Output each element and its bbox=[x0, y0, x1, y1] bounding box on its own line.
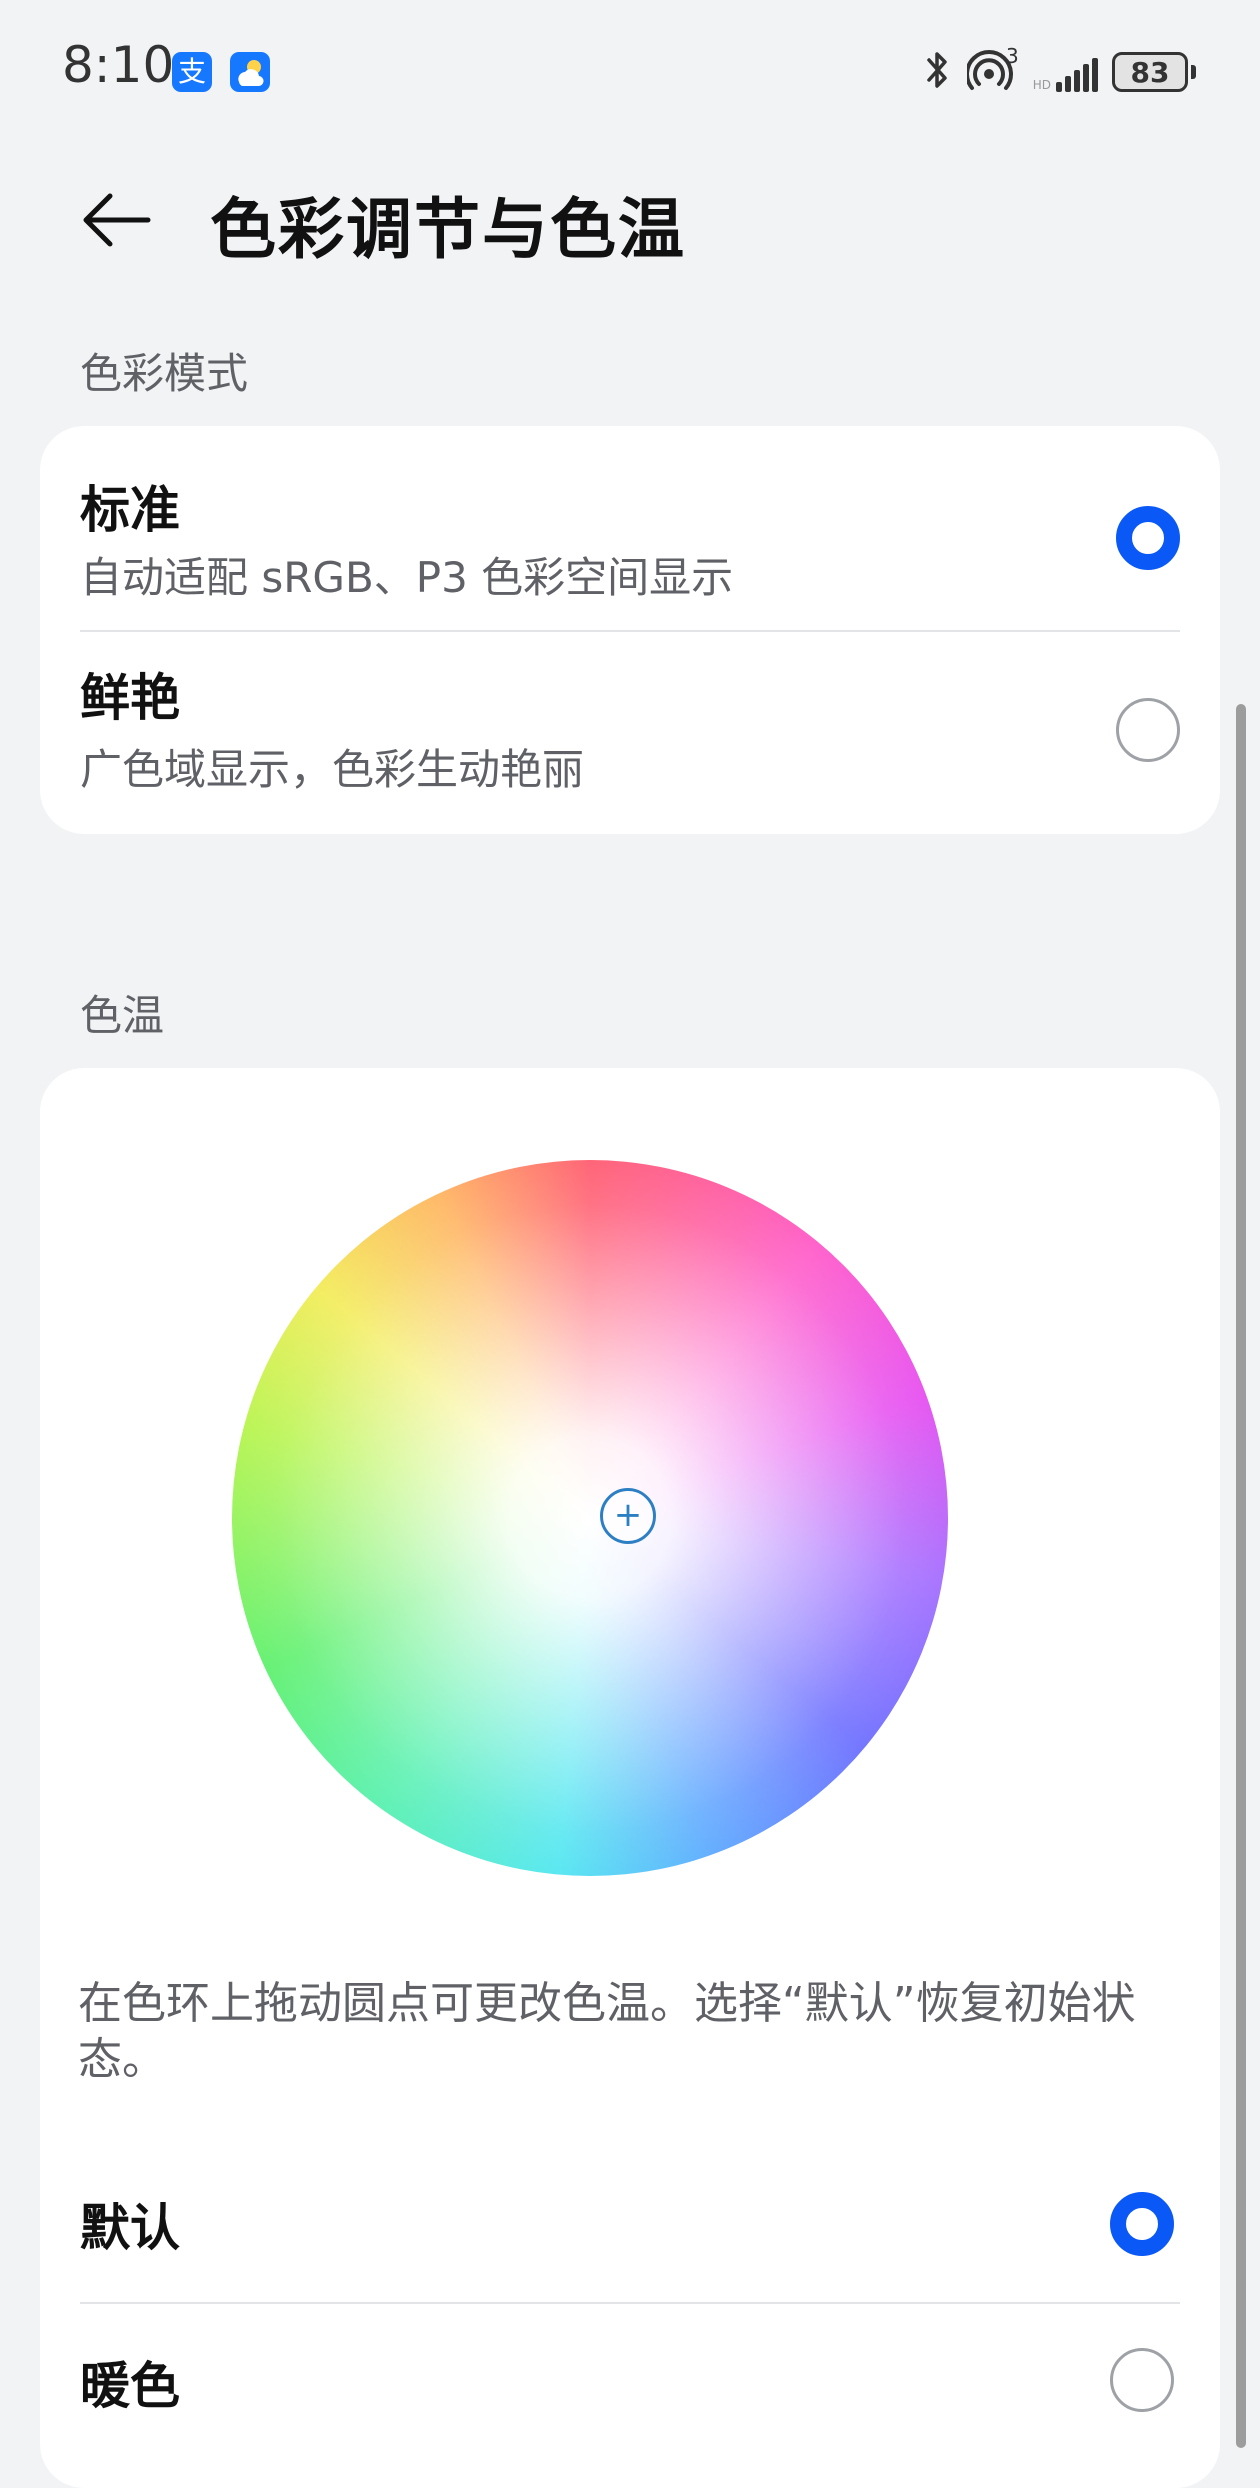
radio-unselected[interactable] bbox=[1110, 2348, 1174, 2412]
color-mode-option-vivid[interactable]: 鲜艳 广色域显示，色彩生动艳丽 bbox=[40, 632, 1220, 834]
battery-level: 83 bbox=[1112, 52, 1188, 92]
weather-icon bbox=[230, 52, 270, 92]
status-bar: 8:10 支 3 HD 83 bbox=[0, 0, 1260, 140]
section-label-color-mode: 色彩模式 bbox=[80, 349, 249, 398]
back-arrow-icon bbox=[83, 193, 151, 247]
scrollbar[interactable] bbox=[1236, 704, 1246, 2448]
color-wheel[interactable] bbox=[232, 1160, 948, 1876]
back-button[interactable] bbox=[76, 180, 156, 260]
radio-selected[interactable] bbox=[1116, 506, 1180, 570]
option-subtitle: 自动适配 sRGB、P3 色彩空间显示 bbox=[80, 553, 734, 602]
radio-selected[interactable] bbox=[1110, 2192, 1174, 2256]
radio-unselected[interactable] bbox=[1116, 698, 1180, 762]
section-label-color-temperature: 色温 bbox=[80, 991, 165, 1040]
option-title: 暖色 bbox=[80, 2357, 180, 2415]
option-title: 默认 bbox=[80, 2199, 180, 2257]
page-title: 色彩调节与色温 bbox=[210, 191, 686, 268]
color-temperature-option-default[interactable]: 默认 bbox=[40, 2146, 1220, 2302]
color-temperature-hint: 在色环上拖动圆点可更改色温。选择“默认”恢复初始状态。 bbox=[78, 1978, 1136, 2085]
battery-icon: 83 bbox=[1112, 52, 1196, 92]
color-picker-handle[interactable]: + bbox=[600, 1488, 656, 1544]
status-time: 8:10 bbox=[62, 36, 175, 94]
signal-icon: HD bbox=[1033, 52, 1098, 92]
bluetooth-icon bbox=[923, 48, 953, 96]
option-title: 标准 bbox=[80, 481, 180, 539]
option-subtitle: 广色域显示，色彩生动艳丽 bbox=[80, 745, 585, 794]
color-temperature-option-warm[interactable]: 暖色 bbox=[40, 2304, 1220, 2448]
signal-small-label: HD bbox=[1032, 78, 1051, 92]
color-mode-option-standard[interactable]: 标准 自动适配 sRGB、P3 色彩空间显示 bbox=[40, 426, 1220, 630]
alipay-icon: 支 bbox=[172, 52, 212, 92]
hotspot-icon: 3 bbox=[964, 44, 1019, 96]
status-indicators: 3 HD 83 bbox=[923, 44, 1196, 100]
plus-icon: + bbox=[613, 1495, 643, 1535]
option-title: 鲜艳 bbox=[80, 669, 180, 727]
network-superscript: 3 bbox=[1006, 44, 1019, 68]
color-mode-card: 标准 自动适配 sRGB、P3 色彩空间显示 鲜艳 广色域显示，色彩生动艳丽 bbox=[40, 426, 1220, 834]
